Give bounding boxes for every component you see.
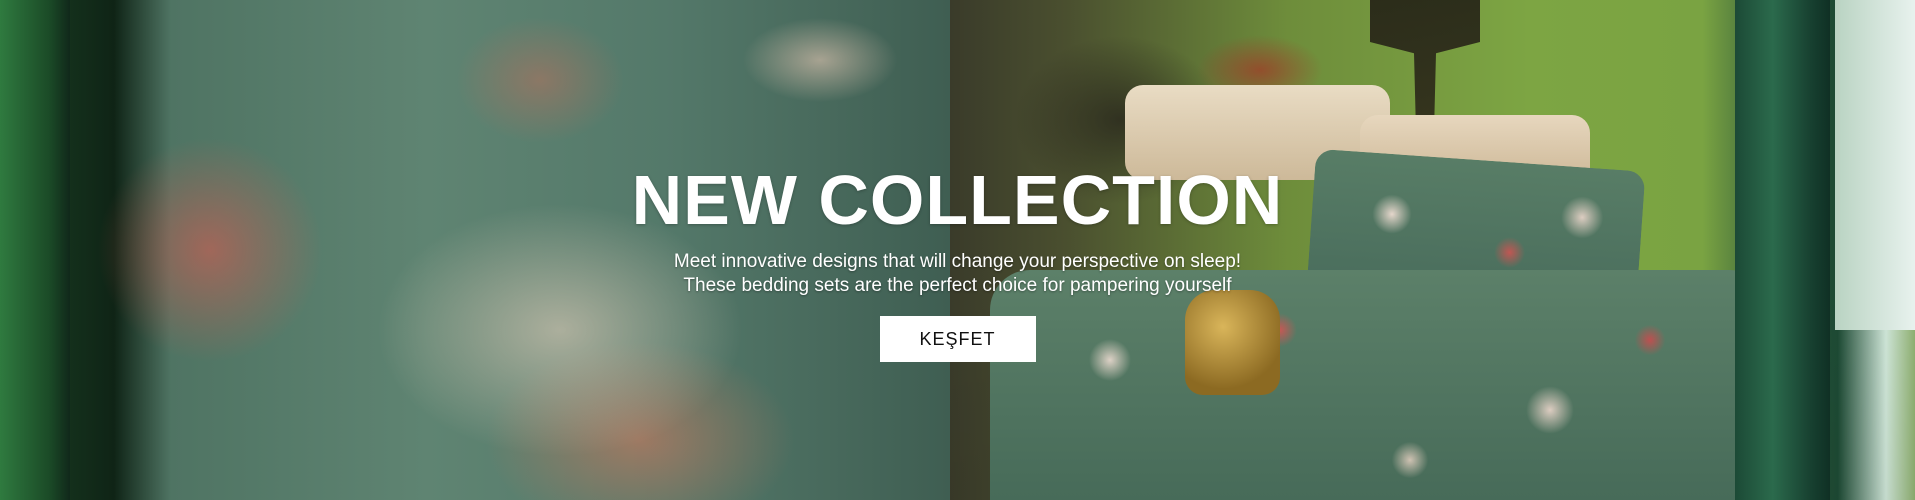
discover-button[interactable]: KEŞFET [879, 316, 1036, 362]
hero-subtitle-line-1: Meet innovative designs that will change… [673, 251, 1242, 272]
hero-banner[interactable]: NEW COLLECTION Meet innovative designs t… [0, 0, 1915, 500]
hero-overlay: NEW COLLECTION Meet innovative designs t… [0, 0, 1915, 500]
hero-title: NEW COLLECTION [631, 161, 1284, 239]
hero-subtitle: Meet innovative designs that will change… [674, 250, 1241, 298]
hero-subtitle-line-2: These bedding sets are the perfect choic… [683, 275, 1232, 296]
